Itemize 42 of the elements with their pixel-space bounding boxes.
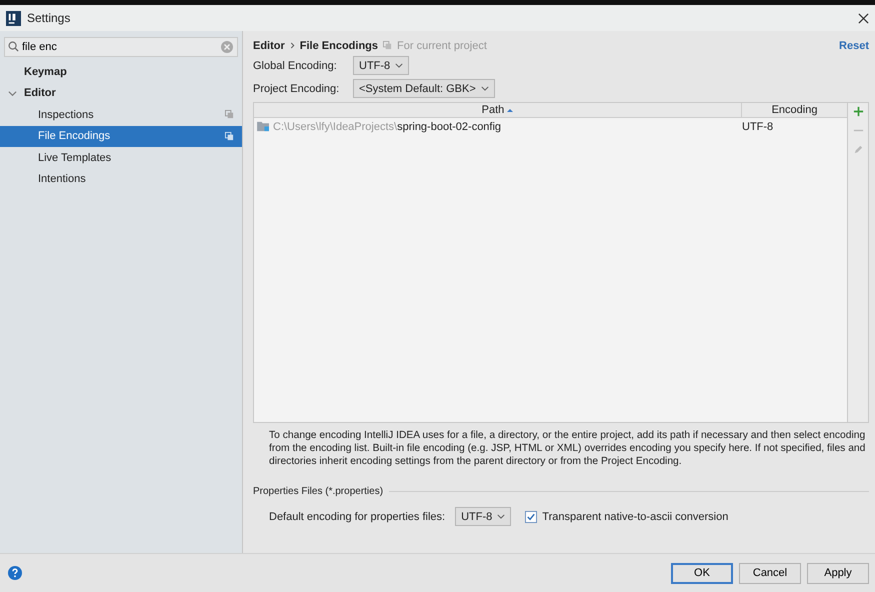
caret-icon: [480, 86, 489, 91]
sidebar-item[interactable]: Intentions: [0, 168, 242, 190]
description-text: To change encoding IntelliJ IDEA uses for a file, a directory, or the entire project, add its path if necessary and then select encoding from the encoding list. Built-in file encoding (e.g. JSP, HTML or XML) overrides encoding you specify here. If not specified, files and directories inherit encoding settings from the parent directory or from the Project Encoding.: [269, 429, 866, 468]
sidebar-item[interactable]: Keymap: [0, 61, 242, 82]
reset-link[interactable]: Reset: [839, 40, 869, 52]
app-icon: [6, 10, 21, 26]
checkbox[interactable]: [525, 510, 538, 522]
chevron-icon: [290, 42, 295, 49]
search-field[interactable]: file enc: [4, 37, 238, 57]
breadcrumb: Editor: [253, 40, 285, 52]
scope-note: For current project: [397, 40, 487, 52]
close-icon[interactable]: [858, 12, 869, 24]
encoding-dropdown[interactable]: UTF-8: [455, 507, 512, 526]
table-cell: C:\Users\lfy\IdeaProjects\spring-boot-02-config: [273, 120, 502, 132]
group-title: Properties Files (*.properties): [253, 486, 384, 497]
encoding-dropdown[interactable]: <System Default: GBK>: [353, 79, 495, 98]
column-header[interactable]: Encoding: [741, 103, 847, 117]
encoding-dropdown[interactable]: UTF-8: [353, 56, 410, 75]
sidebar-item[interactable]: Live Templates: [0, 147, 242, 168]
help-icon[interactable]: [8, 566, 22, 580]
add-icon[interactable]: [852, 106, 864, 117]
checkbox-label: Transparent native-to-ascii conversion: [542, 510, 728, 522]
expand-icon[interactable]: [8, 88, 17, 98]
column-header[interactable]: Path: [254, 103, 741, 117]
dialog-button[interactable]: Apply: [807, 562, 869, 584]
breadcrumb: File Encodings: [300, 40, 378, 52]
sidebar-item[interactable]: Inspections: [0, 104, 242, 126]
field-label: Default encoding for properties files:: [269, 510, 446, 522]
sidebar-item[interactable]: Editor: [0, 82, 242, 104]
table-cell: UTF-8: [742, 120, 774, 132]
caret-icon: [395, 63, 404, 68]
dialog-button[interactable]: Cancel: [739, 562, 801, 584]
search-icon: [8, 41, 19, 52]
caret-icon: [497, 514, 506, 519]
clear-icon[interactable]: [221, 41, 233, 53]
copy-icon: [383, 41, 392, 50]
sidebar-item[interactable]: File Encodings: [0, 126, 242, 147]
field-label: Global Encoding:: [253, 60, 338, 72]
folder-icon: [257, 121, 270, 132]
field-label: Project Encoding:: [253, 82, 340, 94]
dialog-button[interactable]: OK: [671, 562, 733, 584]
window-title: Settings: [27, 11, 70, 25]
